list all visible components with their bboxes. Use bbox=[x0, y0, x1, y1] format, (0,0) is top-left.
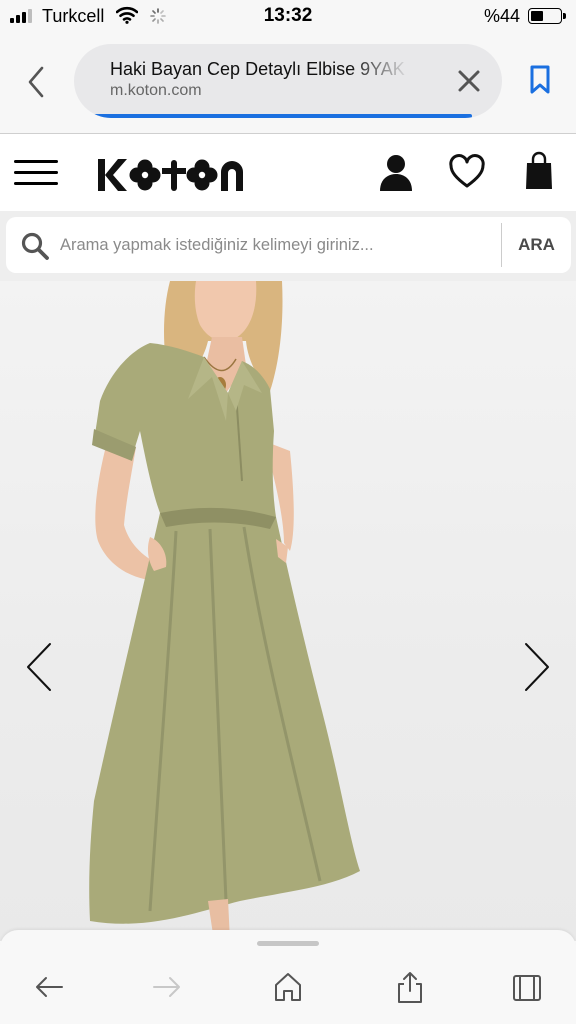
hamburger-menu-icon[interactable] bbox=[14, 158, 60, 188]
user-icon[interactable] bbox=[378, 153, 414, 193]
page-domain: m.koton.com bbox=[110, 82, 202, 99]
browser-toolbar: Haki Bayan Cep Detaylı Elbise 9YAK m.kot… bbox=[0, 32, 576, 134]
status-bar: Turkcell 13:32 %44 bbox=[0, 0, 576, 32]
battery-icon bbox=[528, 8, 566, 24]
koton-logo[interactable] bbox=[96, 155, 252, 195]
browser-bottom-toolbar bbox=[0, 930, 576, 1024]
chevron-right-icon[interactable] bbox=[520, 641, 554, 693]
product-gallery[interactable] bbox=[0, 281, 576, 941]
close-icon[interactable] bbox=[454, 66, 484, 96]
heart-icon[interactable] bbox=[448, 153, 486, 191]
bookmark-icon[interactable] bbox=[528, 64, 552, 96]
address-bar[interactable]: Haki Bayan Cep Detaylı Elbise 9YAK m.kot… bbox=[74, 44, 502, 118]
search-area: ARA bbox=[0, 211, 576, 281]
site-header bbox=[0, 135, 576, 211]
product-photo bbox=[89, 281, 360, 941]
tabs-icon[interactable] bbox=[510, 970, 544, 1004]
page-title: Haki Bayan Cep Detaylı Elbise 9YAK bbox=[110, 59, 405, 79]
arrow-right-icon[interactable] bbox=[150, 970, 184, 1004]
chevron-left-icon[interactable] bbox=[20, 62, 52, 102]
shopping-bag-icon[interactable] bbox=[524, 151, 554, 191]
battery-percent: %44 bbox=[483, 6, 520, 26]
drag-handle[interactable] bbox=[257, 941, 319, 946]
share-icon[interactable] bbox=[393, 970, 427, 1004]
home-icon[interactable] bbox=[271, 970, 305, 1004]
search-input[interactable] bbox=[60, 231, 490, 259]
search-icon bbox=[21, 232, 49, 260]
search-button[interactable]: ARA bbox=[502, 217, 571, 273]
page-load-progress bbox=[92, 114, 472, 118]
arrow-left-icon[interactable] bbox=[32, 970, 66, 1004]
search-box: ARA bbox=[6, 217, 571, 273]
chevron-left-icon[interactable] bbox=[22, 641, 56, 693]
